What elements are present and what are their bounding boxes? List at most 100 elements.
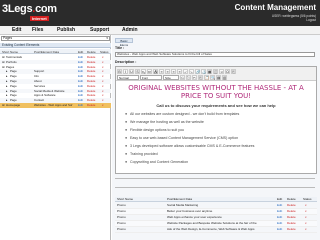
edit-link[interactable]: Edit bbox=[277, 215, 282, 221]
logo-text: 3Legs bbox=[2, 3, 33, 15]
toolbar-button[interactable]: ▤ bbox=[216, 74, 221, 80]
toolbar-button[interactable]: ⚓ bbox=[201, 68, 206, 74]
col-post-data: Post/Element Data bbox=[34, 50, 60, 54]
menu-admin[interactable]: Admin bbox=[122, 27, 138, 33]
divider bbox=[115, 178, 315, 179]
edit-link[interactable]: Edit bbox=[78, 103, 83, 108]
toolbar-button[interactable]: x² bbox=[147, 68, 152, 74]
table-row[interactable]: Promo Website Packages and Bespoke Websit… bbox=[115, 221, 317, 227]
menu-edit[interactable]: Edit bbox=[12, 27, 21, 33]
tree-row[interactable]: ⊞ Homepage Websites - Web Apps and Sof Edit… bbox=[0, 103, 111, 108]
bullet-text: We manage the hosting as well as the web… bbox=[130, 120, 204, 124]
toolbar-button[interactable]: Ω bbox=[225, 68, 230, 74]
menu-files[interactable]: Files bbox=[32, 27, 43, 33]
toolbar-button[interactable]: ▥ bbox=[222, 74, 227, 80]
menu-support[interactable]: Support bbox=[90, 27, 109, 33]
toolbar-button[interactable]: ≡ bbox=[159, 68, 164, 74]
toolbar-button[interactable]: 📋 bbox=[204, 74, 209, 80]
toolbar-button[interactable]: ⎌ bbox=[180, 74, 185, 80]
user-info: USER: weblegsess (5/6 points) Logout bbox=[272, 14, 316, 22]
site-select[interactable]: Pages ▾ bbox=[1, 36, 110, 41]
col-edit: Edit bbox=[78, 50, 84, 54]
toolbar-button[interactable]: 🔗 bbox=[195, 68, 200, 74]
toolbar-button[interactable]: ≡ bbox=[177, 68, 182, 74]
delete-link[interactable]: Delete bbox=[287, 209, 296, 215]
delete-link[interactable]: Delete bbox=[287, 221, 296, 227]
size-select[interactable]: Size bbox=[163, 74, 179, 80]
status-icon[interactable]: x bbox=[102, 103, 103, 108]
col-status: Status bbox=[100, 50, 109, 54]
toolbar-button[interactable]: ≡ bbox=[165, 68, 170, 74]
tree-toggle-icon[interactable]: ⊞ bbox=[2, 103, 4, 108]
divider bbox=[115, 187, 315, 188]
bullet-item: ● Easy to use web-based Content Managemen… bbox=[125, 136, 238, 140]
tree-header: Short Name Post/Element Data Edit Delete… bbox=[0, 49, 111, 54]
status-icon[interactable]: x bbox=[305, 221, 307, 227]
bullet-item: ● We manage the hosting as well as the we… bbox=[125, 120, 204, 124]
table-row[interactable]: Promo Web Apps enhance your user experien… bbox=[115, 215, 317, 221]
delete-link[interactable]: Delete bbox=[287, 215, 296, 221]
menu-publish[interactable]: Publish bbox=[57, 27, 75, 33]
edit-link[interactable]: Edit bbox=[277, 209, 282, 215]
editor-toolbar: B I U Sx₂ x² ⁂ ≡ ≡ ≡ ≡ ⤶ ⤷ 🔗 ⚓ ▦ ◫ ☺ Ω ⎘ Normal Font Size … bbox=[116, 67, 316, 81]
toolbar-button[interactable]: ⎋ bbox=[186, 74, 191, 80]
left-pane: Pages ▾ Existing Content Elements Short N… bbox=[0, 35, 111, 240]
title-label: Title : bbox=[115, 46, 125, 50]
row-post-data: Better your business over anytime bbox=[167, 209, 213, 213]
bullet-text: All our websites are custom designed - w… bbox=[130, 112, 240, 116]
toolbar-button[interactable]: ◫ bbox=[213, 68, 218, 74]
bullet-item: ● Flexible design options to suit you bbox=[125, 128, 184, 132]
toolbar-button[interactable]: ⎘ bbox=[198, 74, 203, 80]
content-headline: ORIGINAL WEBSITES WITHOUT THE HASSLE - A… bbox=[128, 84, 304, 100]
toolbar-button[interactable]: 🔍 bbox=[210, 74, 215, 80]
toolbar-button[interactable]: U bbox=[129, 68, 134, 74]
row-short-name: Promo bbox=[117, 227, 126, 231]
edit-link[interactable]: Edit bbox=[277, 227, 282, 233]
row-post-data: Website Packages and Bespoke Website Sol… bbox=[167, 221, 257, 225]
toolbar-button[interactable]: ✂ bbox=[192, 74, 197, 80]
toolbar-button[interactable]: ≡ bbox=[171, 68, 176, 74]
toolbar-button[interactable]: S bbox=[135, 68, 140, 74]
delete-link[interactable]: Delete bbox=[287, 227, 296, 233]
main-menu: Edit Files Publish Support Admin bbox=[0, 26, 320, 35]
status-icon[interactable]: x bbox=[305, 203, 307, 209]
title-input[interactable]: Websites - Web Apps and Web Software Sol… bbox=[115, 52, 315, 57]
status-icon[interactable]: x bbox=[305, 215, 307, 221]
col-short-name: Short Name bbox=[117, 197, 134, 201]
toolbar-button[interactable]: ⤷ bbox=[189, 68, 194, 74]
bullet-icon: ● bbox=[125, 152, 128, 156]
toolbar-button[interactable]: ☺ bbox=[219, 68, 224, 74]
logout-link[interactable]: Logout bbox=[272, 18, 316, 22]
table-row[interactable]: Promo Ask of the Web Design, E-Commerce, … bbox=[115, 227, 317, 233]
delete-link[interactable]: Delete bbox=[87, 103, 95, 108]
font-select[interactable]: Font bbox=[140, 74, 162, 80]
toolbar-button[interactable]: ⎘ bbox=[231, 68, 236, 74]
app-title: Content Management bbox=[234, 3, 316, 12]
bullet-icon: ● bbox=[125, 120, 128, 124]
toolbar-button[interactable]: B bbox=[117, 68, 122, 74]
toolbar-button[interactable]: ⤶ bbox=[183, 68, 188, 74]
row-post-data: Social Media Marketing bbox=[167, 203, 199, 207]
top-header: 3Legs.com Internet Content Management US… bbox=[0, 0, 320, 26]
delete-link[interactable]: Delete bbox=[287, 203, 296, 209]
status-icon[interactable]: x bbox=[305, 227, 307, 233]
table-row[interactable]: Promo Social Media Marketing Edit Delete x bbox=[115, 203, 317, 209]
site-logo[interactable]: 3Legs.com bbox=[2, 3, 57, 15]
col-delete: Delete bbox=[287, 197, 296, 201]
toolbar-button[interactable]: x₂ bbox=[141, 68, 146, 74]
table-row[interactable]: Promo Better your business over anytime Ed… bbox=[115, 209, 317, 215]
description-label: Description : bbox=[115, 60, 137, 64]
toolbar-button[interactable]: ⁂ bbox=[153, 68, 158, 74]
editor-content[interactable]: ORIGINAL WEBSITES WITHOUT THE HASSLE - A… bbox=[116, 81, 316, 173]
status-icon[interactable]: x bbox=[305, 209, 307, 215]
rich-text-editor: B I U Sx₂ x² ⁂ ≡ ≡ ≡ ≡ ⤶ ⤷ 🔗 ⚓ ▦ ◫ ☺ Ω ⎘ Normal Font Size … bbox=[115, 66, 317, 174]
content-subline: Call us to discuss your requirements and… bbox=[156, 103, 276, 108]
bullet-text: Copywriting and Content Generation bbox=[130, 160, 189, 164]
toolbar-button[interactable]: ▦ bbox=[207, 68, 212, 74]
row-post-data: Ask of the Web Design, E-Commerce, Web S… bbox=[167, 227, 255, 231]
edit-link[interactable]: Edit bbox=[277, 203, 282, 209]
tab-basic-elems[interactable]: Basic Elems bbox=[115, 38, 133, 47]
style-select[interactable]: Normal bbox=[117, 74, 139, 80]
toolbar-button[interactable]: I bbox=[123, 68, 128, 74]
edit-link[interactable]: Edit bbox=[277, 221, 282, 227]
